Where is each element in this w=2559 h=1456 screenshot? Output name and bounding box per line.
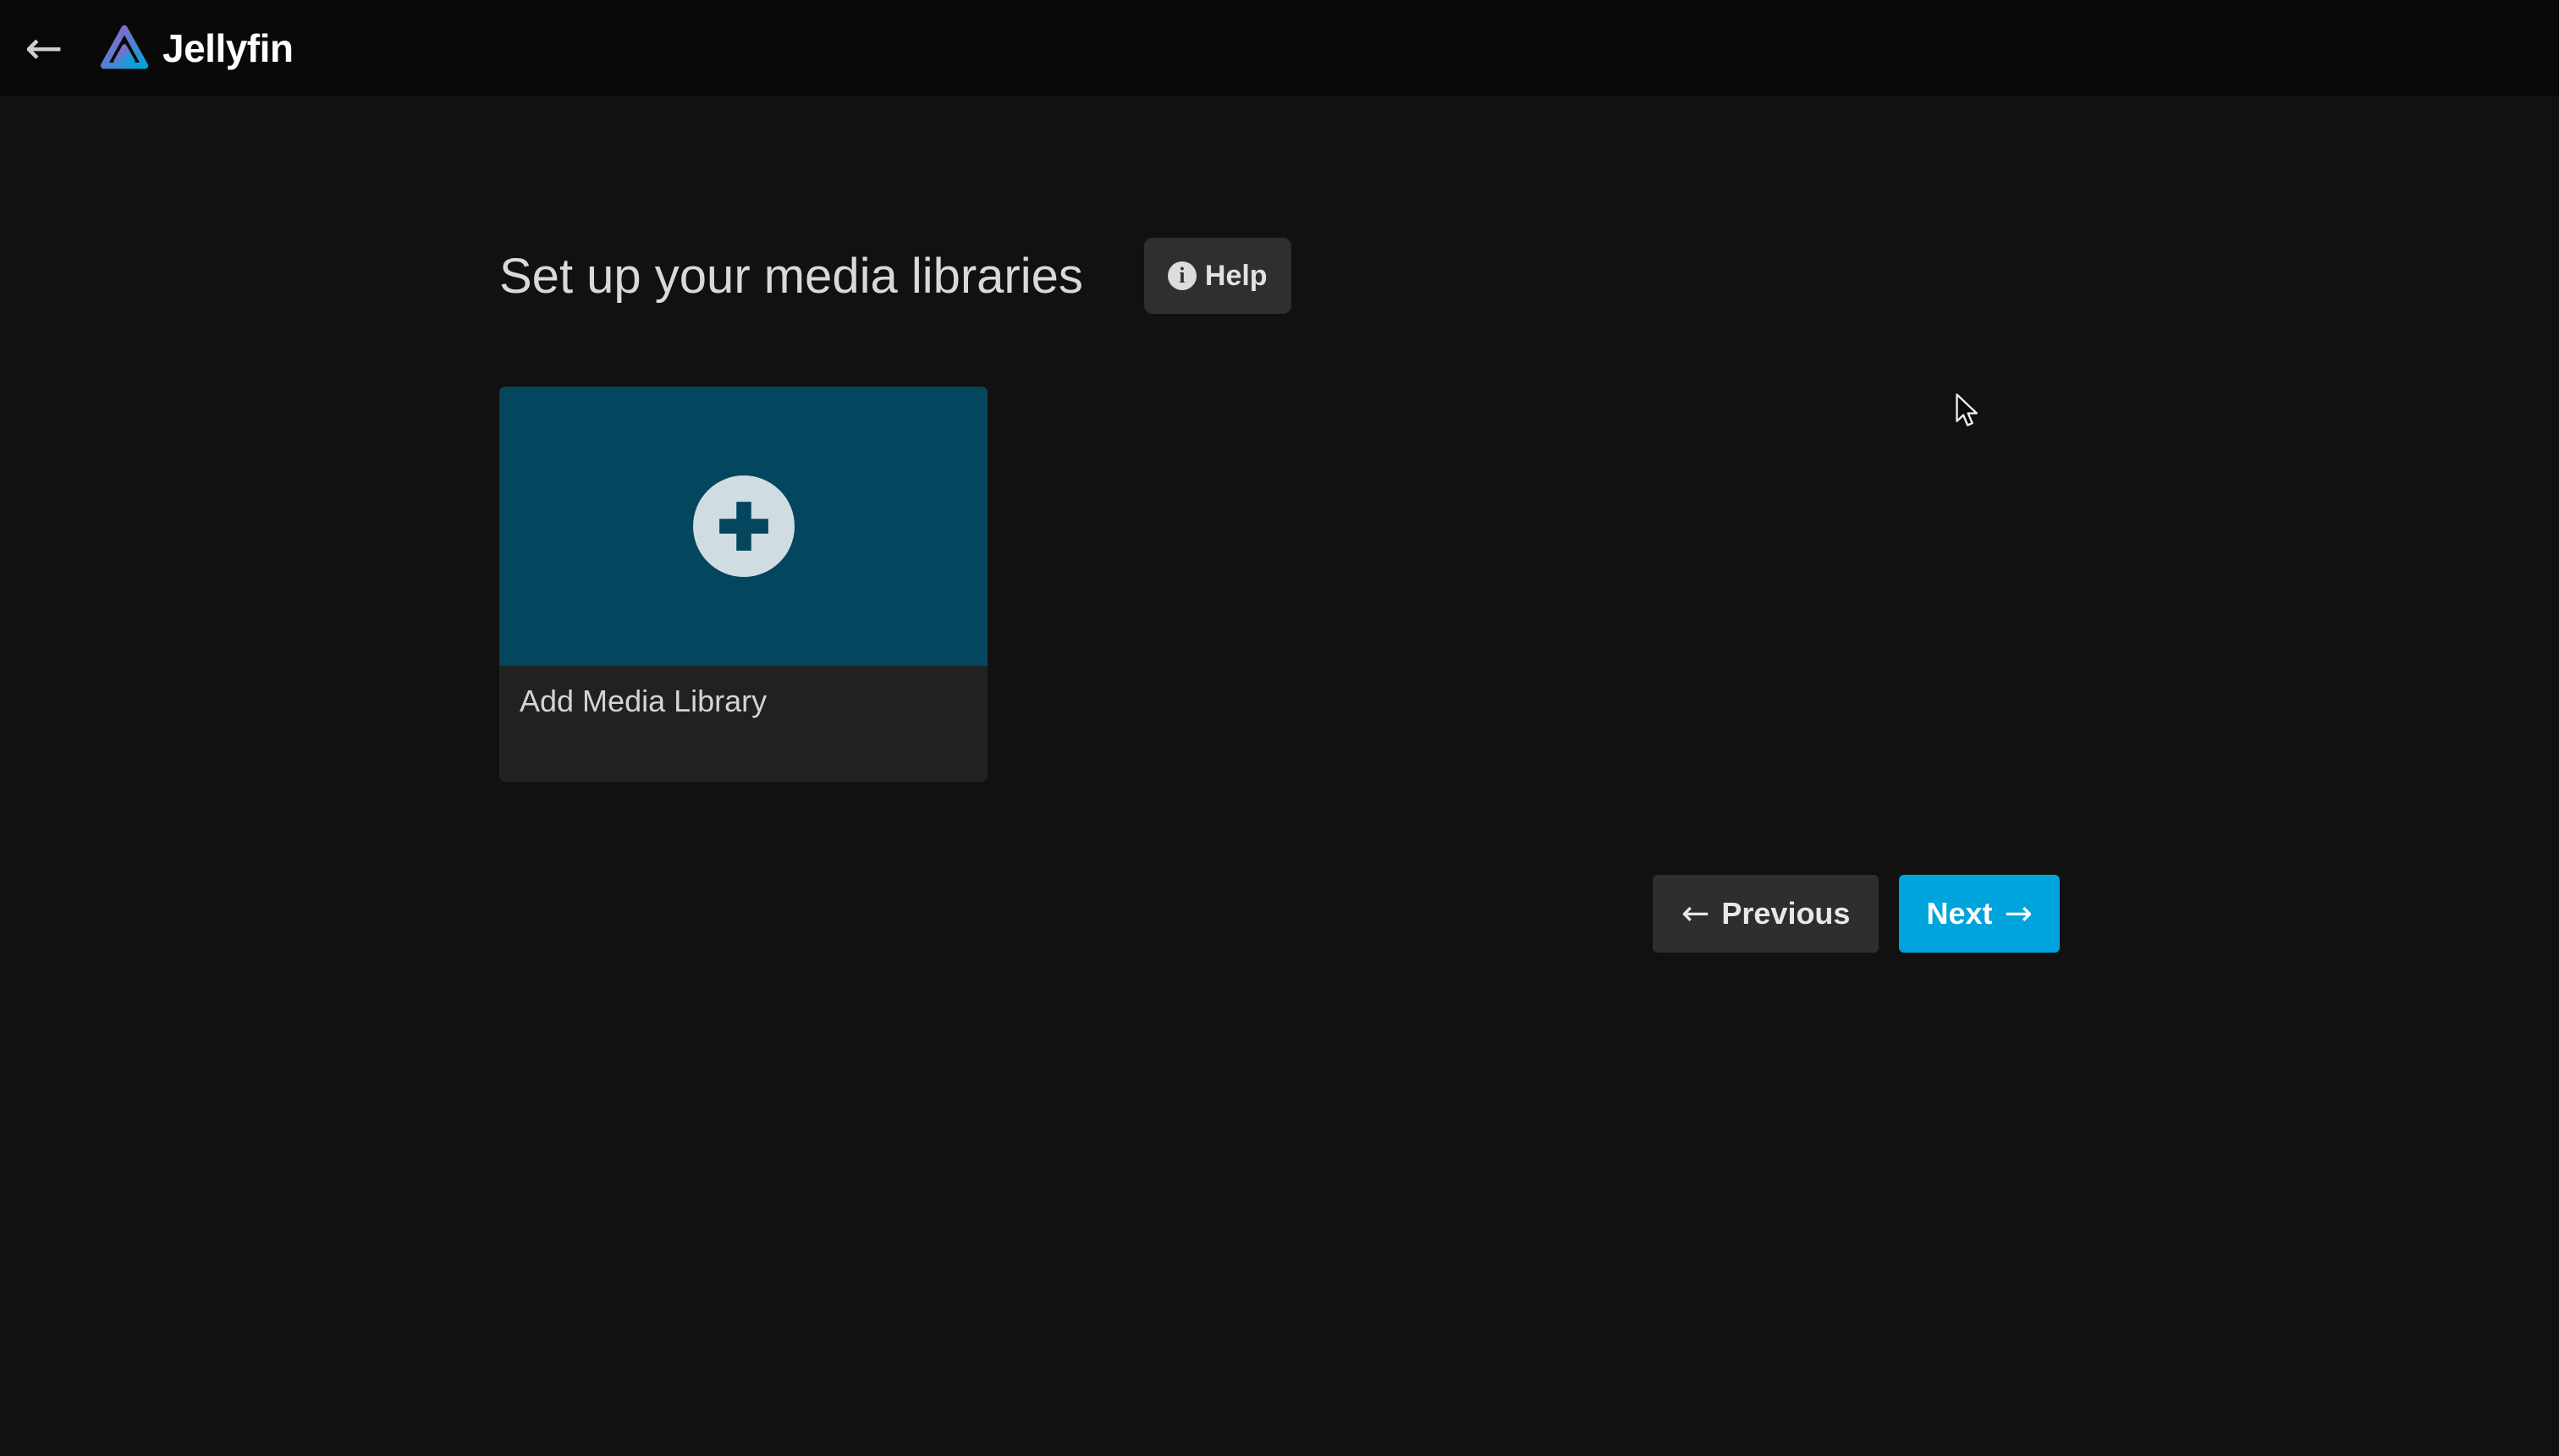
card-image [499,387,988,666]
next-button[interactable]: Next → [1899,875,2060,953]
library-grid: Add Media Library [499,387,2060,782]
page-title: Set up your media libraries [499,248,1083,305]
next-button-label: Next [1926,896,1992,931]
info-icon: i [1168,261,1197,290]
logo-link[interactable]: Jellyfin [98,23,294,74]
wizard-container: Set up your media libraries i Help Add M… [499,237,2060,953]
wizard-nav: ← Previous Next → [499,875,2060,953]
title-row: Set up your media libraries i Help [499,237,2060,315]
arrow-left-icon: ← [1681,897,1710,931]
app-title: Jellyfin [162,25,294,71]
add-media-library-card[interactable]: Add Media Library [499,387,988,782]
arrow-left-icon: ← [25,25,63,71]
previous-button[interactable]: ← Previous [1653,875,1879,953]
arrow-right-icon: → [2004,897,2033,931]
app-header: ← Jellyfin [0,0,2559,96]
plus-circle [693,475,795,577]
card-footer: Add Media Library [499,666,988,782]
jellyfin-logo-icon [98,23,151,74]
page-content: Set up your media libraries i Help Add M… [0,96,2559,1456]
back-button[interactable]: ← [10,14,78,82]
help-button[interactable]: i Help [1144,238,1291,314]
help-button-label: Help [1205,260,1268,293]
card-title: Add Media Library [520,681,967,723]
previous-button-label: Previous [1721,896,1850,931]
plus-icon [716,498,772,554]
